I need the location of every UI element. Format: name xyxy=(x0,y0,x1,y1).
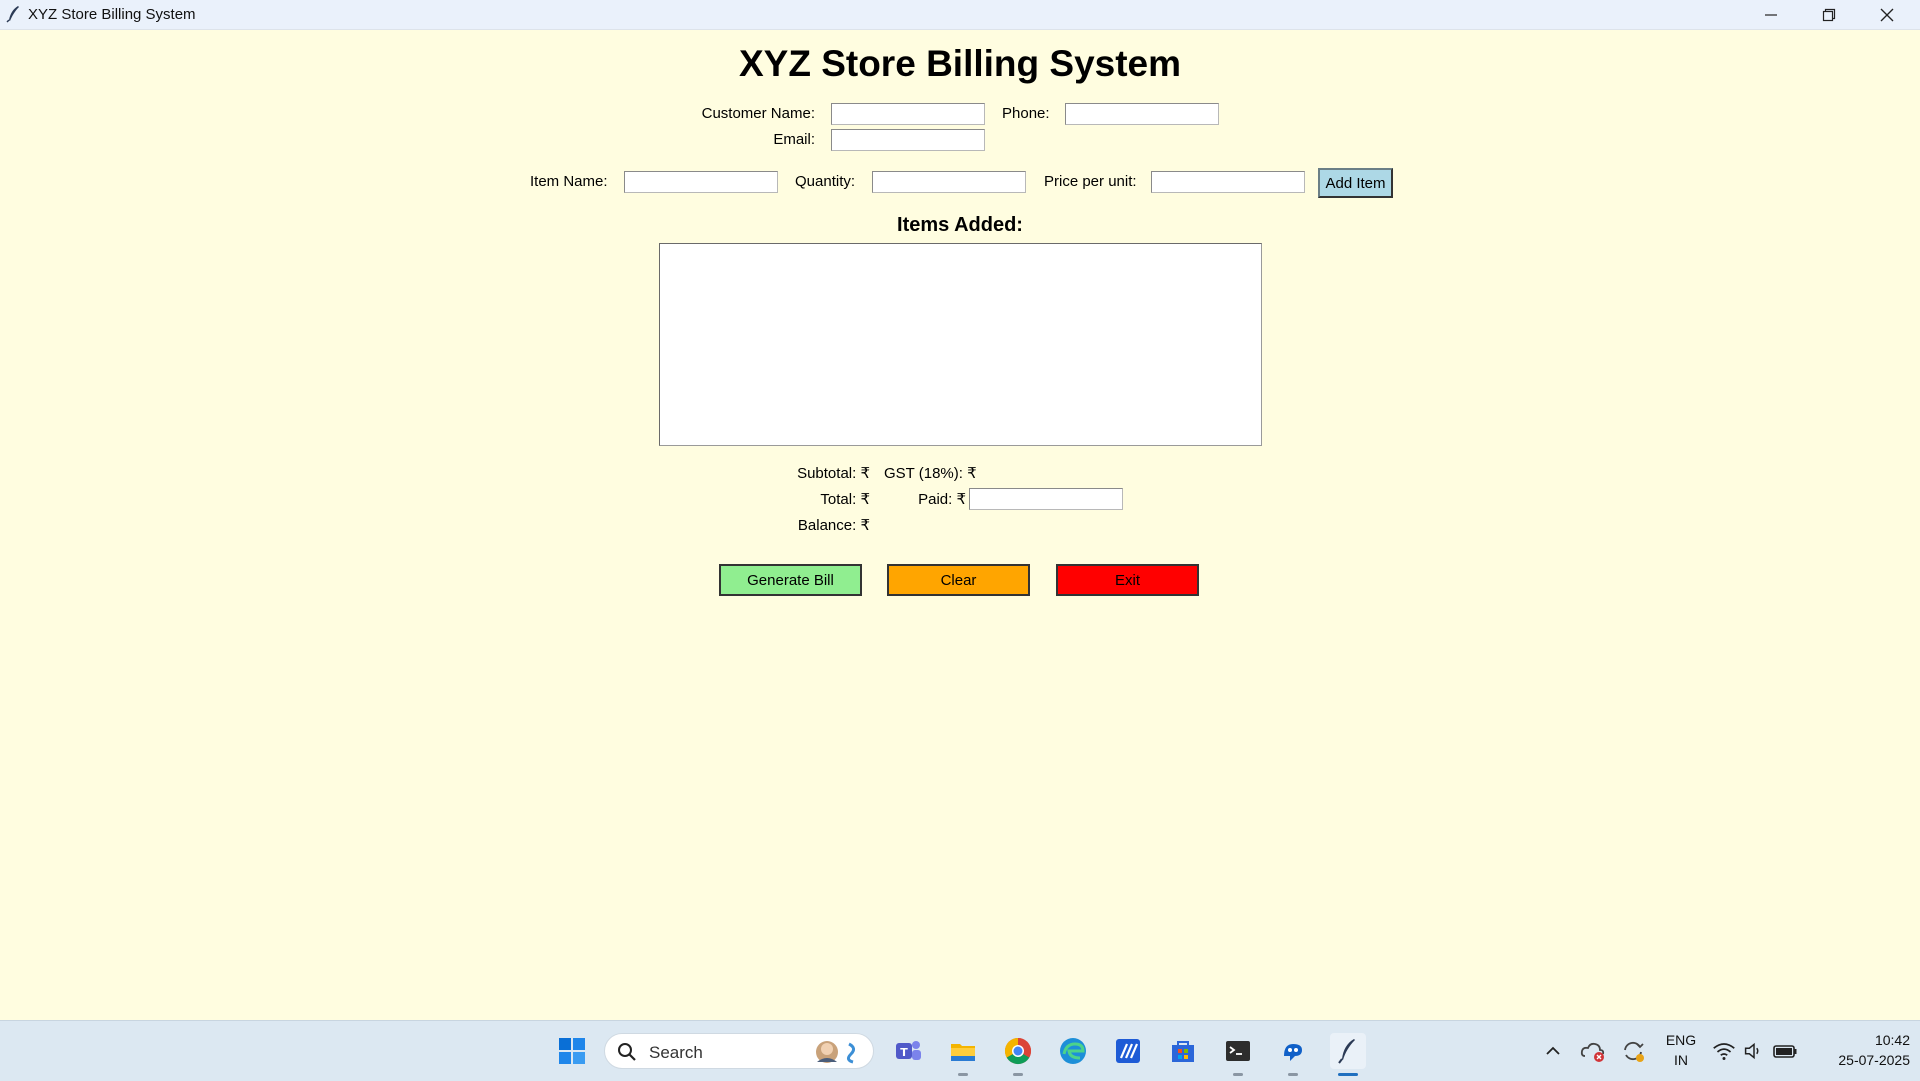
start-button[interactable] xyxy=(554,1033,590,1069)
taskbar-app[interactable] xyxy=(1110,1033,1146,1069)
close-button[interactable] xyxy=(1858,0,1916,29)
quantity-input[interactable] xyxy=(872,171,1026,193)
wifi-icon xyxy=(1713,1043,1735,1060)
customer-name-label: Customer Name: xyxy=(701,105,815,122)
taskbar-python-app[interactable] xyxy=(1330,1033,1366,1069)
taskbar-terminal[interactable] xyxy=(1220,1033,1256,1069)
customer-name-input[interactable] xyxy=(831,103,985,125)
price-label: Price per unit: xyxy=(1044,173,1137,190)
taskbar-file-explorer[interactable] xyxy=(945,1033,981,1069)
balance-label: Balance: ₹ xyxy=(797,517,870,534)
close-icon xyxy=(1880,8,1894,21)
store-icon xyxy=(1172,1041,1194,1062)
tray-wifi[interactable] xyxy=(1710,1033,1738,1069)
chrome-icon xyxy=(1004,1037,1032,1065)
phone-label: Phone: xyxy=(1002,105,1050,122)
paid-label: Paid: ₹ xyxy=(918,491,966,508)
email-label: Email: xyxy=(773,131,815,148)
copilot-running-indicator xyxy=(1288,1073,1298,1076)
python-app-active-indicator xyxy=(1338,1073,1358,1076)
price-input[interactable] xyxy=(1151,171,1305,193)
restore-button[interactable] xyxy=(1800,0,1858,29)
sync-icon xyxy=(1624,1041,1644,1062)
add-item-button[interactable]: Add Item xyxy=(1318,168,1393,198)
subtotal-label: Subtotal: ₹ xyxy=(797,465,870,482)
python-feather-icon xyxy=(1338,1039,1355,1064)
clock-time[interactable]: 10:42 xyxy=(1810,1032,1910,1048)
teams-icon: T xyxy=(896,1041,921,1060)
edge-icon xyxy=(1060,1038,1086,1064)
items-added-heading: Items Added: xyxy=(897,214,1023,236)
app-icon xyxy=(1116,1039,1140,1063)
search-placeholder: Search xyxy=(649,1043,703,1062)
tray-sync[interactable] xyxy=(1615,1033,1651,1069)
tray-battery[interactable] xyxy=(1770,1033,1800,1069)
search-highlight-icon xyxy=(816,1041,856,1064)
search-icon xyxy=(618,1043,636,1061)
feather-icon xyxy=(6,6,19,23)
page-title: XYZ Store Billing System xyxy=(738,43,1182,84)
taskbar-edge[interactable] xyxy=(1055,1033,1091,1069)
copilot-icon xyxy=(1284,1044,1302,1061)
battery-icon xyxy=(1773,1045,1797,1058)
language-indicator-line2[interactable]: IN xyxy=(1660,1052,1702,1068)
email-input[interactable] xyxy=(831,129,985,151)
total-label: Total: ₹ xyxy=(820,491,870,508)
chrome-running-indicator xyxy=(1013,1073,1023,1076)
taskbar-copilot[interactable] xyxy=(1275,1033,1311,1069)
taskbar-search[interactable]: Search xyxy=(604,1033,874,1069)
window-title: XYZ Store Billing System xyxy=(28,6,196,23)
restore-icon xyxy=(1822,8,1836,21)
gst-label: GST (18%): ₹ xyxy=(884,465,977,482)
tray-cloud[interactable] xyxy=(1575,1033,1611,1069)
phone-input[interactable] xyxy=(1065,103,1219,125)
terminal-running-indicator xyxy=(1233,1073,1243,1076)
item-name-input[interactable] xyxy=(624,171,778,193)
paid-input[interactable] xyxy=(969,488,1123,510)
taskbar-store[interactable] xyxy=(1165,1033,1201,1069)
svg-text:T: T xyxy=(900,1046,908,1059)
window-title-bar: XYZ Store Billing System xyxy=(0,0,1920,30)
minimize-button[interactable] xyxy=(1742,0,1800,29)
explorer-running-indicator xyxy=(958,1073,968,1076)
clock-date[interactable]: 25-07-2025 xyxy=(1810,1052,1910,1068)
taskbar: Search T ENG IN 10:42 25-07-2025 xyxy=(0,1020,1920,1081)
generate-bill-button[interactable]: Generate Bill xyxy=(719,564,862,596)
items-list[interactable] xyxy=(659,243,1262,446)
tray-overflow-button[interactable] xyxy=(1535,1033,1571,1069)
terminal-icon xyxy=(1226,1041,1250,1061)
language-indicator-line1[interactable]: ENG xyxy=(1660,1032,1702,1048)
item-name-label: Item Name: xyxy=(530,173,608,190)
taskbar-teams[interactable]: T xyxy=(890,1033,926,1069)
file-explorer-icon xyxy=(951,1044,975,1061)
clear-button[interactable]: Clear xyxy=(887,564,1030,596)
app-client-area: XYZ Store Billing System Customer Name: … xyxy=(0,30,1920,1020)
taskbar-chrome[interactable] xyxy=(1000,1033,1036,1069)
tray-volume[interactable] xyxy=(1740,1033,1768,1069)
windows-start-icon xyxy=(559,1038,585,1064)
exit-button[interactable]: Exit xyxy=(1056,564,1199,596)
chevron-up-icon xyxy=(1546,1046,1560,1055)
quantity-label: Quantity: xyxy=(795,173,856,190)
cloud-error-icon xyxy=(1580,1042,1605,1062)
minimize-icon xyxy=(1765,13,1777,16)
volume-icon xyxy=(1744,1042,1759,1060)
